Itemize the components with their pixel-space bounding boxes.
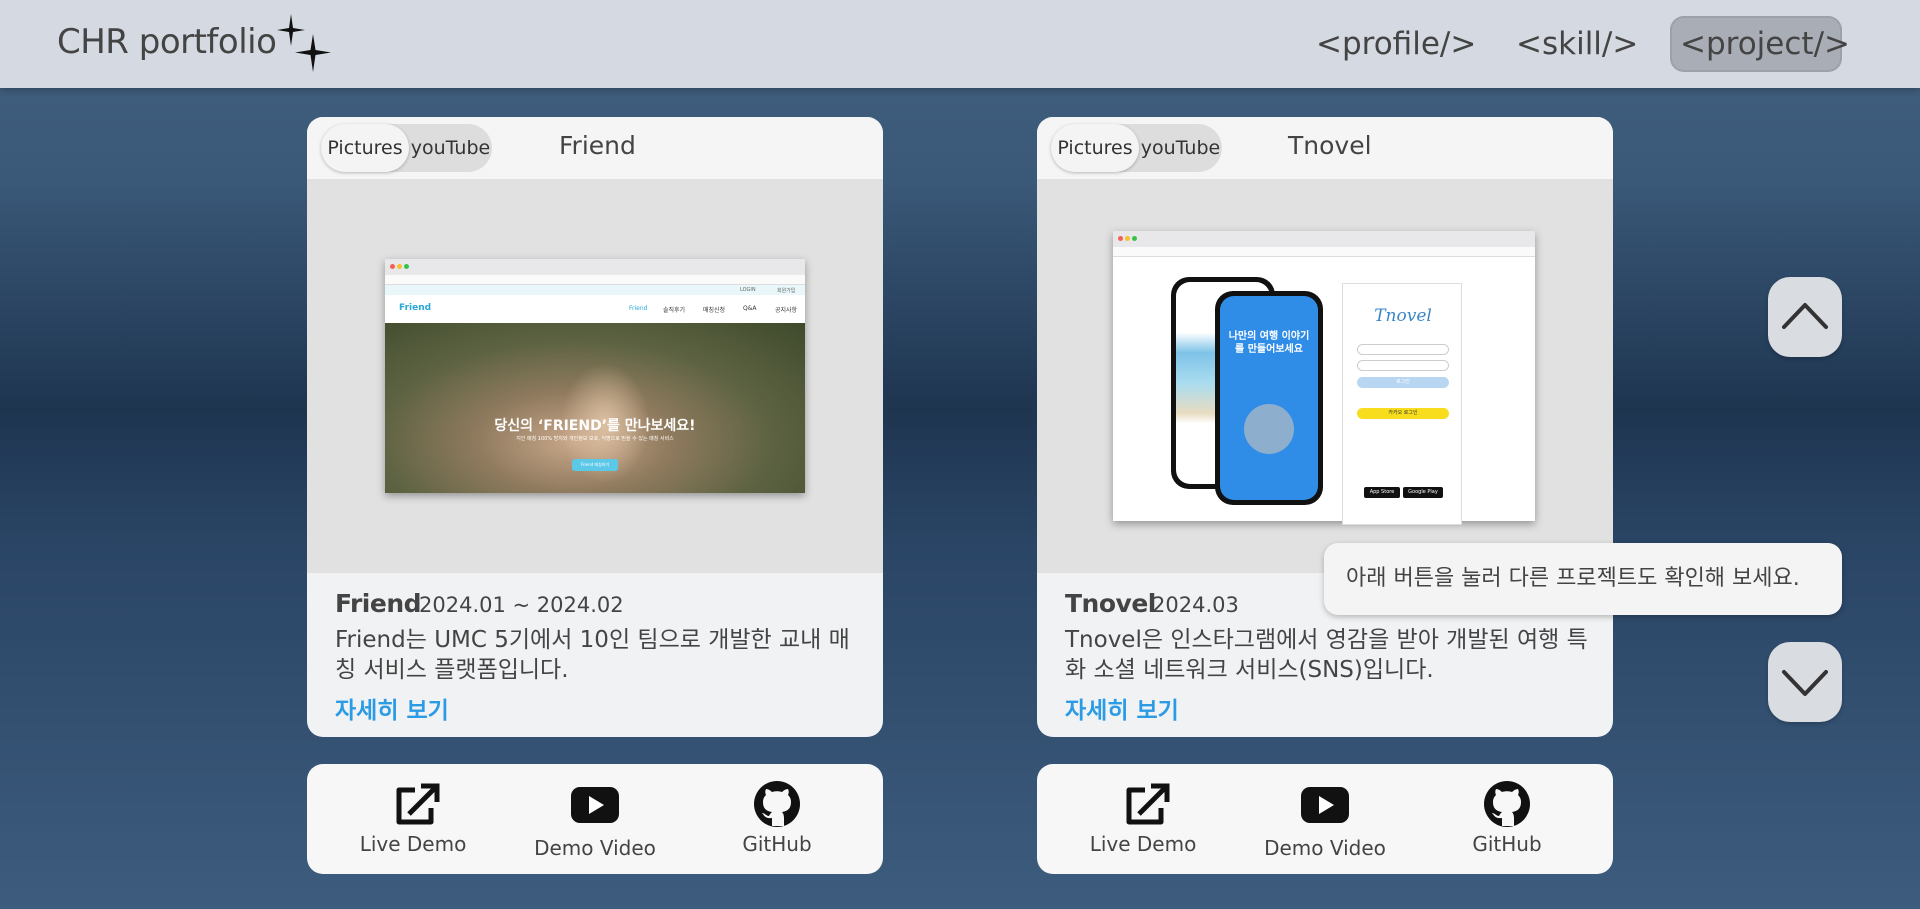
mock-signup: 회원가입 xyxy=(777,288,796,294)
view-details-link[interactable]: 자세히 보기 xyxy=(1065,691,1179,725)
hint-tooltip: 아래 버튼을 눌러 다른 프로젝트도 확인해 보세요. xyxy=(1324,543,1842,615)
project-title: Friend xyxy=(335,589,422,618)
mock-login-button: 로그인 xyxy=(1357,377,1449,388)
mock-app-store: App Store xyxy=(1364,487,1400,498)
live-demo-link[interactable]: Live Demo xyxy=(1078,764,1208,874)
browser-window: LOGIN 회원가입 Friend Friend 솔직후기 매칭신청 Q&A 공… xyxy=(385,259,805,493)
chevron-down-icon xyxy=(1782,670,1828,696)
github-label: GitHub xyxy=(1472,832,1542,856)
hero-photo: 당신의 ‘FRIEND’를 만나보세요! 지인 매칭 100% 방지와 개인정보… xyxy=(385,323,805,493)
mock-login-panel: Tnovel 로그인 카카오 로그인 xyxy=(1342,283,1462,525)
media-toggle: Pictures youTube xyxy=(321,124,492,172)
project-card-tnovel: Pictures youTube Tnovel 나만의 여행 이야기를 만들어보… xyxy=(1037,117,1613,737)
card-header: Pictures youTube Tnovel xyxy=(1037,117,1613,179)
brand-title[interactable]: CHR portfolio xyxy=(57,22,277,62)
live-demo-link[interactable]: Live Demo xyxy=(348,764,478,874)
card-header: Pictures youTube Friend xyxy=(307,117,883,179)
external-link-icon xyxy=(1126,783,1170,825)
project-screenshot: LOGIN 회원가입 Friend Friend 솔직후기 매칭신청 Q&A 공… xyxy=(307,179,883,573)
youtube-icon xyxy=(571,787,619,823)
live-demo-label: Live Demo xyxy=(359,832,467,856)
mock-login: LOGIN xyxy=(740,287,756,293)
github-link[interactable]: GitHub xyxy=(712,764,842,874)
card-title: Tnovel xyxy=(1288,131,1372,160)
toggle-pictures[interactable]: Pictures xyxy=(321,124,409,172)
github-icon xyxy=(754,781,800,827)
external-link-icon xyxy=(396,783,440,825)
project-links-friend: Live Demo Demo Video GitHub xyxy=(307,764,883,874)
demo-video-link[interactable]: Demo Video xyxy=(1260,764,1390,874)
nav-skill[interactable]: <skill/> xyxy=(1506,16,1648,72)
mock-cta: Friend 매칭하기 xyxy=(572,459,618,471)
project-title: Tnovel xyxy=(1065,589,1156,618)
project-card-friend: Pictures youTube Friend LOGIN 회원가입 Frien… xyxy=(307,117,883,737)
project-description: Tnovel은 인스타그램에서 영감을 받아 개발된 여행 특화 소셜 네트워크… xyxy=(1065,627,1588,683)
card-title: Friend xyxy=(559,131,636,160)
browser-window: 나만의 여행 이야기를 만들어보세요 Tnovel 로그인 카카오 로그인 Ap… xyxy=(1113,231,1535,525)
view-details-link[interactable]: 자세히 보기 xyxy=(335,691,449,725)
toggle-youtube[interactable]: youTube xyxy=(409,124,492,172)
mock-menu: Friend xyxy=(629,305,648,312)
nav-project[interactable]: <project/> xyxy=(1670,16,1850,72)
github-icon xyxy=(1484,781,1530,827)
youtube-icon xyxy=(1301,787,1349,823)
github-label: GitHub xyxy=(742,832,812,856)
project-screenshot: 나만의 여행 이야기를 만들어보세요 Tnovel 로그인 카카오 로그인 Ap… xyxy=(1037,179,1613,573)
mock-headline: 당신의 ‘FRIEND’를 만나보세요! xyxy=(494,418,696,434)
mock-kakao-button: 카카오 로그인 xyxy=(1357,408,1449,419)
project-date: 2024.01 ~ 2024.02 xyxy=(419,593,624,617)
toggle-youtube[interactable]: youTube xyxy=(1139,124,1222,172)
mock-menu: 솔직후기 xyxy=(663,307,686,314)
github-link[interactable]: GitHub xyxy=(1442,764,1572,874)
mock-logo: Friend xyxy=(399,303,432,313)
project-description: Friend는 UMC 5기에서 10인 팀으로 개발한 교내 매칭 서비스 플… xyxy=(335,627,850,683)
sparkle-icon xyxy=(277,14,331,72)
mock-menu: 공지사항 xyxy=(775,307,798,314)
mock-menu: 매칭신청 xyxy=(703,307,726,314)
mock-google-play: Google Play xyxy=(1403,487,1443,498)
mock-subline: 지인 매칭 100% 방지와 개인정보 보호, 익명으로 믿을 수 있는 매칭 … xyxy=(516,436,674,442)
live-demo-label: Live Demo xyxy=(1089,832,1197,856)
media-toggle: Pictures youTube xyxy=(1051,124,1222,172)
project-links-tnovel: Live Demo Demo Video GitHub xyxy=(1037,764,1613,874)
demo-video-label: Demo Video xyxy=(534,836,656,860)
scroll-down-button[interactable] xyxy=(1768,642,1842,722)
toggle-pictures[interactable]: Pictures xyxy=(1051,124,1139,172)
nav-profile[interactable]: <profile/> xyxy=(1306,16,1486,72)
demo-video-link[interactable]: Demo Video xyxy=(530,764,660,874)
scroll-up-button[interactable] xyxy=(1768,277,1842,357)
mock-logo: Tnovel xyxy=(1374,306,1432,326)
header: CHR portfolio <profile/> <skill/> <proje… xyxy=(0,0,1920,88)
demo-video-label: Demo Video xyxy=(1264,836,1386,860)
phone-front: 나만의 여행 이야기를 만들어보세요 xyxy=(1215,291,1323,505)
mock-menu: Q&A xyxy=(743,305,757,312)
project-date: 2024.03 xyxy=(1152,593,1239,617)
chevron-up-icon xyxy=(1782,303,1828,329)
mock-phone-text: 나만의 여행 이야기를 만들어보세요 xyxy=(1228,331,1310,355)
